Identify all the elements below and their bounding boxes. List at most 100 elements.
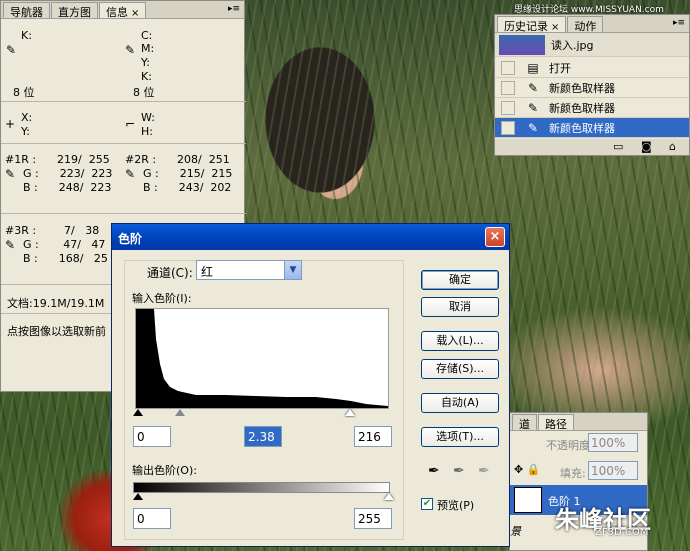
color-sampler-icon: ✎	[527, 100, 539, 115]
history-item-label: 新颜色取样器	[549, 81, 615, 95]
close-button[interactable]: ×	[485, 227, 505, 247]
opacity-label: 不透明度:	[546, 439, 594, 452]
ok-button[interactable]: 确定	[421, 270, 499, 290]
output-black-slider[interactable]	[133, 493, 143, 500]
sampler1-b: B : 248/ 223	[23, 181, 112, 194]
dialog-titlebar[interactable]: 色阶	[112, 224, 509, 250]
panel-menu-icon[interactable]: ▸≡	[673, 18, 685, 28]
eyedropper-icon: ✎	[125, 43, 136, 57]
history-snapshot[interactable]: 读入.jpg	[495, 33, 689, 57]
close-icon[interactable]: ×	[131, 8, 139, 19]
layers-tabs: 道 路径	[510, 413, 647, 431]
tab-history[interactable]: 历史记录 ×	[497, 16, 567, 33]
lock-icon[interactable]: ✥ 🔒	[514, 463, 540, 476]
c-label: C:	[141, 29, 153, 42]
black-eyedropper-icon[interactable]: ✒	[428, 463, 440, 479]
trash-icon[interactable]: ⌂	[669, 140, 676, 153]
input-white-field[interactable]: 216	[354, 426, 392, 447]
divider	[1, 101, 246, 102]
channel-select[interactable]: 红 ▼	[196, 260, 302, 280]
history-item[interactable]: ▤ 打开	[495, 58, 689, 78]
eyedropper-icon: ✎	[5, 167, 16, 181]
bits-left: 8 位	[13, 86, 35, 99]
k-label: K:	[21, 29, 32, 42]
channel-value: 红	[201, 265, 214, 279]
sampler2-r: #2R : 208/ 251	[125, 153, 230, 166]
options-button[interactable]: 选项(T)...	[421, 427, 499, 447]
history-source-checkbox[interactable]	[501, 80, 515, 95]
divider	[1, 213, 246, 214]
k2-label: K:	[141, 70, 152, 83]
output-gradient	[133, 482, 390, 493]
document-icon: ▤	[527, 60, 539, 75]
histogram-graph	[136, 309, 388, 408]
input-white-slider[interactable]	[345, 409, 355, 416]
preview-checkbox[interactable]: ✔	[421, 498, 433, 510]
save-button[interactable]: 存储(S)...	[421, 359, 499, 379]
tab-channels[interactable]: 道	[512, 414, 537, 431]
input-gamma-slider[interactable]	[175, 409, 185, 416]
tab-navigator[interactable]: 导航器	[3, 2, 50, 19]
bits-right: 8 位	[133, 86, 155, 99]
output-white-slider[interactable]	[384, 493, 394, 500]
cancel-button[interactable]: 取消	[421, 297, 499, 317]
input-gamma-field[interactable]: 2.38	[244, 426, 282, 447]
h-label: H:	[141, 125, 153, 138]
w-label: W:	[141, 111, 155, 124]
y2-label: Y:	[21, 125, 30, 138]
tab-history-label: 历史记录	[504, 20, 548, 33]
output-black-field[interactable]: 0	[133, 508, 171, 529]
close-icon[interactable]: ×	[551, 22, 559, 33]
history-item[interactable]: ✎ 新颜色取样器	[495, 78, 689, 98]
load-button[interactable]: 载入(L)...	[421, 331, 499, 351]
history-footer: ▭ ◙ ⌂	[495, 139, 689, 155]
opacity-input[interactable]: 100%	[588, 433, 638, 452]
history-item-label: 打开	[549, 61, 571, 75]
tab-histogram[interactable]: 直方图	[51, 2, 98, 19]
history-source-checkbox[interactable]	[501, 60, 515, 75]
auto-button[interactable]: 自动(A)	[421, 393, 499, 413]
panel-menu-icon[interactable]: ▸≡	[228, 4, 240, 14]
hint-text: 点按图像以选取新前	[7, 325, 106, 338]
layer-thumbnail	[514, 487, 542, 513]
input-levels-label: 输入色阶(I):	[132, 292, 192, 305]
input-black-slider[interactable]	[133, 409, 143, 416]
color-sampler-icon: ✎	[527, 80, 539, 95]
eyedropper-icon: ✎	[6, 43, 17, 57]
sampler2-b: B : 243/ 202	[143, 181, 232, 194]
preview-label: 预览(P)	[437, 499, 475, 512]
crosshair-icon: +	[5, 117, 16, 131]
output-white-field[interactable]: 255	[354, 508, 392, 529]
snapshot-icon[interactable]: ◙	[641, 140, 652, 153]
sampler3-r: #3R : 7/ 38	[5, 224, 100, 237]
tab-actions[interactable]: 动作	[567, 16, 604, 33]
tab-paths[interactable]: 路径	[538, 414, 574, 431]
new-document-icon[interactable]: ▭	[613, 140, 623, 153]
history-item-label: 新颜色取样器	[549, 101, 615, 115]
size-icon: ⌐	[125, 117, 136, 131]
history-item-selected[interactable]: ✎ 新颜色取样器	[495, 118, 689, 138]
x-label: X:	[21, 111, 33, 124]
info-tabs: 导航器 直方图 信息 ×	[1, 1, 244, 19]
watermark-url: ZF3D.COM	[595, 527, 649, 538]
history-item-label: 新颜色取样器	[549, 121, 615, 135]
fill-input[interactable]: 100%	[588, 461, 638, 480]
white-eyedropper-icon[interactable]: ✒	[478, 463, 490, 479]
input-black-field[interactable]: 0	[133, 426, 171, 447]
history-tabs: 历史记录 × 动作	[495, 15, 689, 33]
y-label: Y:	[141, 56, 150, 69]
chevron-down-icon[interactable]: ▼	[284, 261, 301, 279]
eyedropper-icon: ✎	[125, 167, 136, 181]
snapshot-thumbnail	[499, 34, 545, 55]
tab-info[interactable]: 信息 ×	[99, 2, 147, 19]
output-levels-label: 输出色阶(O):	[132, 464, 197, 477]
history-source-checkbox[interactable]	[501, 100, 515, 115]
divider	[1, 143, 246, 144]
history-item[interactable]: ✎ 新颜色取样器	[495, 98, 689, 118]
gray-eyedropper-icon[interactable]: ✒	[453, 463, 465, 479]
doc-size: 文档:19.1M/19.1M	[7, 297, 105, 310]
background-layer-label: 景	[510, 525, 521, 538]
color-sampler-icon: ✎	[527, 120, 539, 135]
history-panel: 历史记录 × 动作 ▸≡ 读入.jpg ▤ 打开 ✎ 新颜色取样器 ✎ 新颜色取样…	[494, 14, 690, 156]
history-source-checkbox[interactable]	[501, 120, 515, 135]
